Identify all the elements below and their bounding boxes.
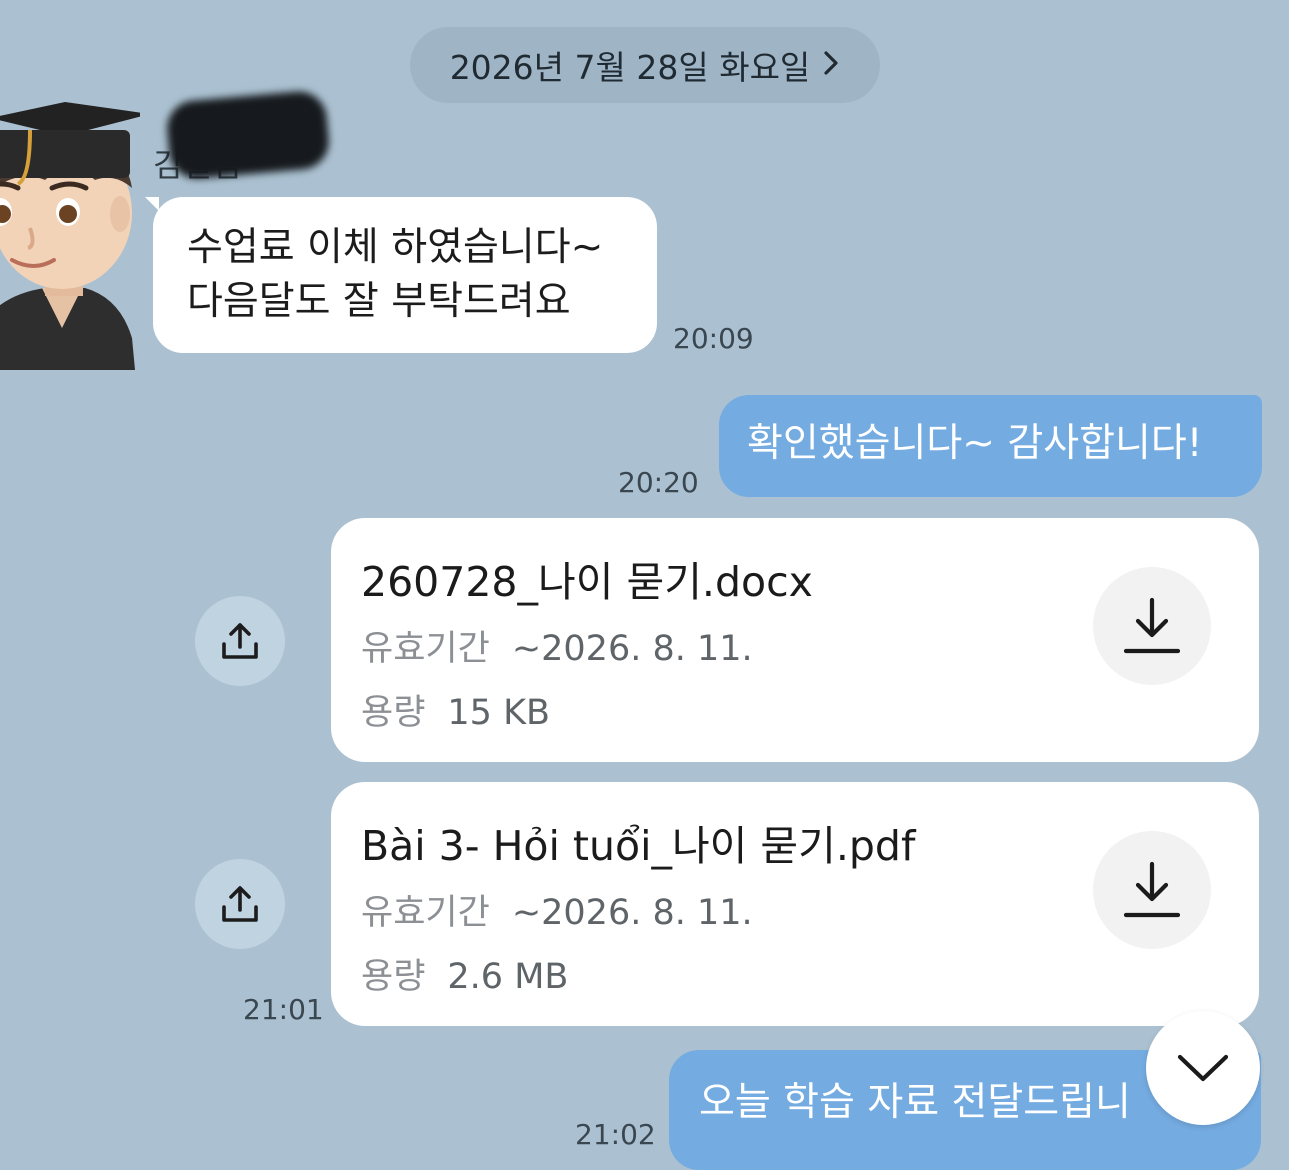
date-header[interactable]: 2026년 7월 28일 화요일 [410,27,880,103]
outgoing-message-bubble[interactable]: 확인했습니다~ 감사합니다! [719,395,1262,497]
redaction-mark [164,89,332,181]
scroll-to-bottom-button[interactable] [1146,1011,1260,1125]
share-icon [222,623,258,659]
share-button[interactable] [195,596,285,686]
file-size: 용량 15 KB [361,684,550,735]
files-time: 21:01 [243,993,324,1026]
share-icon [222,886,258,922]
message-line: 수업료 이체 하였습니다~ [187,225,604,270]
expiry-label: 유효기간 [361,893,490,933]
size-value: 2.6 MB [447,957,569,997]
sender-avatar[interactable] [0,88,150,370]
chevron-down-icon [1177,1054,1229,1082]
expiry-value: ~2026. 8. 11. [511,893,753,933]
date-label: 2026년 7월 28일 화요일 [449,48,811,87]
file-expiry: 유효기간 ~2026. 8. 11. [361,620,753,671]
file-size: 용량 2.6 MB [361,948,568,999]
download-button[interactable] [1093,831,1211,949]
share-button[interactable] [195,859,285,949]
file-expiry: 유효기간 ~2026. 8. 11. [361,884,753,935]
download-icon [1123,861,1181,918]
file-name: Bài 3- Hỏi tuổi_나이 묻기.pdf [361,822,916,870]
size-label: 용량 [361,693,426,733]
file-card[interactable]: 260728_나이 묻기.docx 유효기간 ~2026. 8. 11. 용량 15… [331,518,1259,762]
message-line: 다음달도 잘 부탁드려요 [187,279,571,324]
expiry-value: ~2026. 8. 11. [511,629,753,669]
size-value: 15 KB [447,693,551,733]
chevron-right-icon [822,46,840,85]
incoming-message-bubble[interactable]: 수업료 이체 하였습니다~ 다음달도 잘 부탁드려요 [153,197,657,353]
message-text: 확인했습니다~ 감사합니다! [747,421,1203,466]
bubble-tail [145,197,159,211]
message-time: 20:09 [673,322,754,355]
message-time: 20:20 [618,466,699,499]
expiry-label: 유효기간 [361,629,490,669]
download-icon [1123,597,1181,654]
message-time: 21:02 [575,1118,656,1151]
download-button[interactable] [1093,567,1211,685]
file-card[interactable]: Bài 3- Hỏi tuổi_나이 묻기.pdf 유효기간 ~2026. 8. … [331,782,1259,1026]
size-label: 용량 [361,957,426,997]
file-name: 260728_나이 묻기.docx [361,558,813,606]
